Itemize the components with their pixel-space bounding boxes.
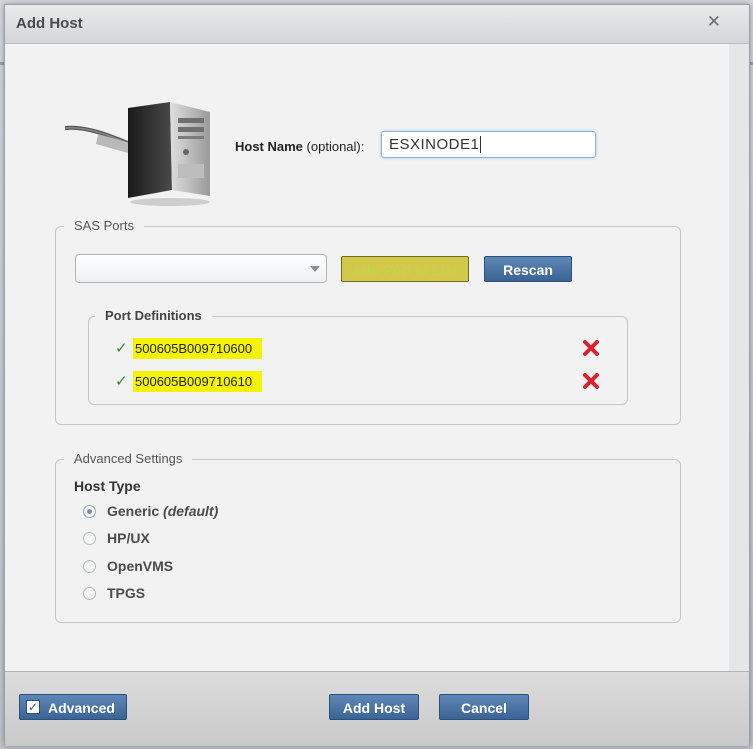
close-icon[interactable]: ✕ xyxy=(707,12,721,32)
host-type-option-label: OpenVMS xyxy=(107,558,174,574)
radio-button[interactable] xyxy=(83,505,96,518)
advanced-toggle-button[interactable]: ✓ Advanced xyxy=(19,694,127,720)
rescan-button[interactable]: Rescan xyxy=(484,256,572,282)
sas-ports-legend: SAS Ports xyxy=(64,218,144,233)
delete-port-icon[interactable] xyxy=(582,372,600,390)
host-name-value: ESXINODE1 xyxy=(389,136,480,153)
host-type-label: Host Type xyxy=(74,478,141,494)
check-icon: ✓ xyxy=(115,340,128,357)
dialog-footer: ✓ Advanced Add Host Cancel xyxy=(5,671,749,746)
host-type-option-label: Generic (default) xyxy=(107,503,219,519)
radio-button[interactable] xyxy=(83,560,96,573)
dialog-titlebar[interactable]: Add Host ✕ xyxy=(5,5,749,44)
radio-button[interactable] xyxy=(83,532,96,545)
add-host-dialog: Add Host ✕ Host Name (optional): ESXINOD… xyxy=(4,4,750,746)
radio-button[interactable] xyxy=(83,587,96,600)
cancel-button[interactable]: Cancel xyxy=(439,694,529,720)
host-name-input[interactable]: ESXINODE1 xyxy=(381,131,596,158)
advanced-settings-legend: Advanced Settings xyxy=(64,451,193,466)
sas-port-select[interactable] xyxy=(75,254,327,283)
host-name-label: Host Name (optional): xyxy=(235,139,364,154)
add-port-to-list-button[interactable]: Add Port to List xyxy=(341,256,469,282)
host-name-label-text: Host Name xyxy=(235,139,303,154)
dialog-title: Add Host xyxy=(16,15,83,32)
content-edge-shade xyxy=(729,44,749,672)
host-computer-icon xyxy=(64,102,210,206)
checkbox-checked-icon[interactable]: ✓ xyxy=(26,700,40,714)
check-icon: ✓ xyxy=(115,373,128,390)
host-type-option-label: TPGS xyxy=(107,585,146,601)
host-name-hint: (optional): xyxy=(306,139,365,154)
advanced-button-label: Advanced xyxy=(48,700,115,716)
chevron-down-icon[interactable] xyxy=(310,266,320,272)
add-host-button[interactable]: Add Host xyxy=(329,694,419,720)
delete-port-icon[interactable] xyxy=(582,339,600,357)
host-type-option-label: HP/UX xyxy=(107,530,150,546)
port-id: 500605B009710610 xyxy=(133,371,263,392)
port-definitions-legend: Port Definitions xyxy=(95,308,212,323)
port-id: 500605B009710600 xyxy=(133,338,263,359)
